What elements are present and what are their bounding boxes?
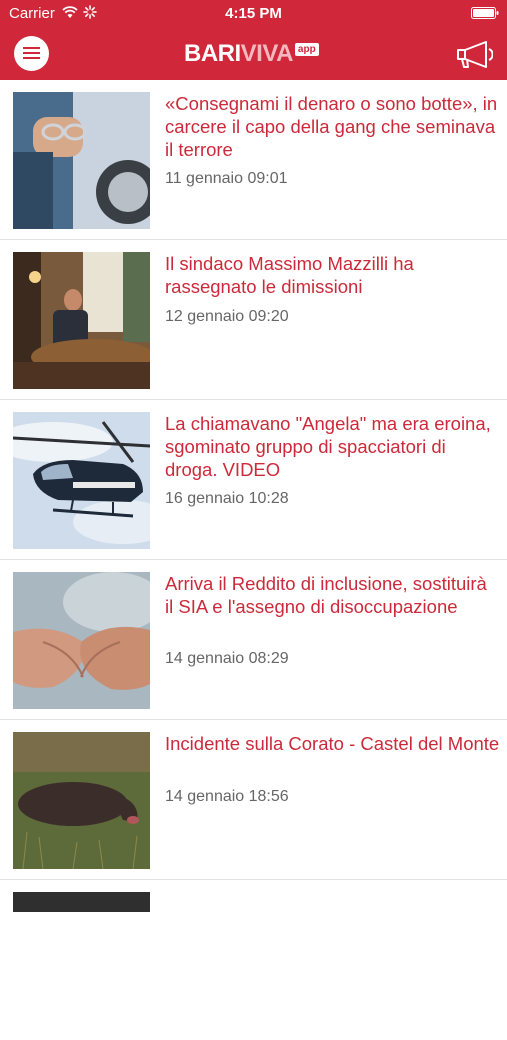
app-logo: BARI VIVA app [184,40,319,68]
news-date: 14 gennaio 18:56 [165,788,289,805]
news-thumbnail [13,92,150,229]
news-thumbnail [13,412,150,549]
thumb-handcuffs-image [13,92,150,229]
thumb-hands-image [13,572,150,709]
news-item[interactable]: Arriva il Reddito di inclusione, sostitu… [0,560,507,720]
battery-icon [471,7,499,19]
news-thumbnail [13,892,150,912]
news-title[interactable]: La chiamavano "Angela" ma era eroina, sg… [165,412,500,481]
news-date: 16 gennaio 10:28 [165,490,289,507]
status-bar: Carrier 4:15 PM [0,0,507,28]
news-date: 11 gennaio 09:01 [165,170,288,187]
logo-badge-app: app [294,42,319,56]
news-thumbnail [13,572,150,709]
megaphone-icon[interactable] [455,38,493,70]
logo-text-viva: VIVA [240,40,294,67]
news-title[interactable]: Il sindaco Massimo Mazzilli ha rassegnat… [165,252,500,298]
menu-button[interactable] [14,36,49,71]
thumb-helicopter-image [13,412,150,549]
news-item[interactable]: Il sindaco Massimo Mazzilli ha rassegnat… [0,240,507,400]
news-item[interactable]: «Consegnami il denaro o sono botte», in … [0,80,507,240]
news-thumbnail [13,252,150,389]
menu-icon [23,47,40,59]
news-item[interactable] [0,880,507,1040]
thumb-mayor-office-image [13,252,150,389]
news-thumbnail [13,732,150,869]
news-date: 14 gennaio 08:29 [165,650,289,667]
news-title[interactable]: «Consegnami il denaro o sono botte», in … [165,92,500,161]
thumb-boar-image [13,732,150,869]
app-header: Carrier 4:15 PM BARI VIVA app [0,0,507,80]
logo-text-bari: BARI [184,40,241,67]
news-title[interactable]: Arriva il Reddito di inclusione, sostitu… [165,572,500,618]
news-item[interactable]: La chiamavano "Angela" ma era eroina, sg… [0,400,507,560]
news-item[interactable]: Incidente sulla Corato - Castel del Mont… [0,720,507,880]
news-date: 12 gennaio 09:20 [165,308,289,325]
status-time: 4:15 PM [225,5,282,22]
news-title[interactable]: Incidente sulla Corato - Castel del Mont… [165,732,500,755]
